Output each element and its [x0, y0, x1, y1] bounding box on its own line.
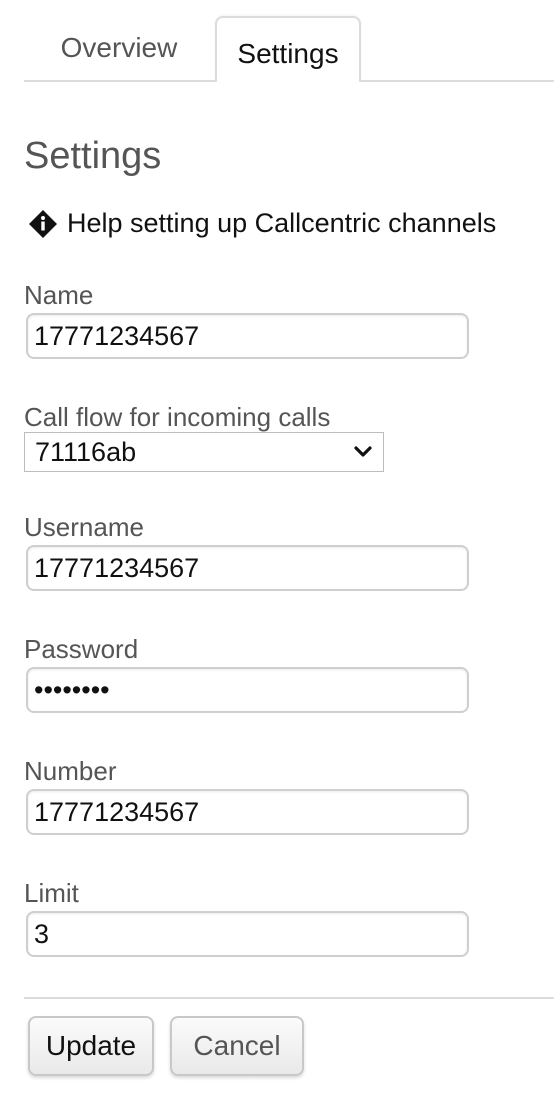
tab-settings-label: Settings [237, 38, 339, 69]
call-flow-select[interactable]: 71116ab [24, 432, 384, 472]
chevron-down-icon [354, 446, 372, 457]
number-label: Number [24, 756, 117, 786]
tab-overview-label: Overview [60, 32, 178, 63]
help-link-text: Help setting up Callcentric channels [67, 208, 497, 238]
number-input[interactable] [26, 789, 469, 835]
limit-label: Limit [24, 878, 79, 908]
help-link[interactable]: Help setting up Callcentric channels [28, 208, 496, 239]
password-input[interactable] [26, 667, 469, 713]
call-flow-label: Call flow for incoming calls [24, 402, 331, 432]
password-label: Password [24, 634, 139, 664]
name-label: Name [24, 280, 94, 310]
form-divider [24, 997, 554, 999]
tab-bar: Overview Settings [24, 16, 554, 82]
call-flow-selected-value: 71116ab [35, 436, 137, 467]
cancel-button[interactable]: Cancel [170, 1016, 304, 1076]
limit-input[interactable] [26, 911, 469, 957]
settings-page: Overview Settings Settings Help setting … [0, 0, 554, 1116]
name-input[interactable] [26, 313, 469, 359]
info-diamond-icon [29, 209, 57, 238]
page-title: Settings [24, 135, 162, 177]
username-label: Username [24, 512, 144, 542]
tab-overview[interactable]: Overview [24, 16, 214, 80]
update-button[interactable]: Update [28, 1016, 154, 1076]
username-input[interactable] [26, 545, 469, 591]
tab-settings[interactable]: Settings [215, 16, 361, 82]
